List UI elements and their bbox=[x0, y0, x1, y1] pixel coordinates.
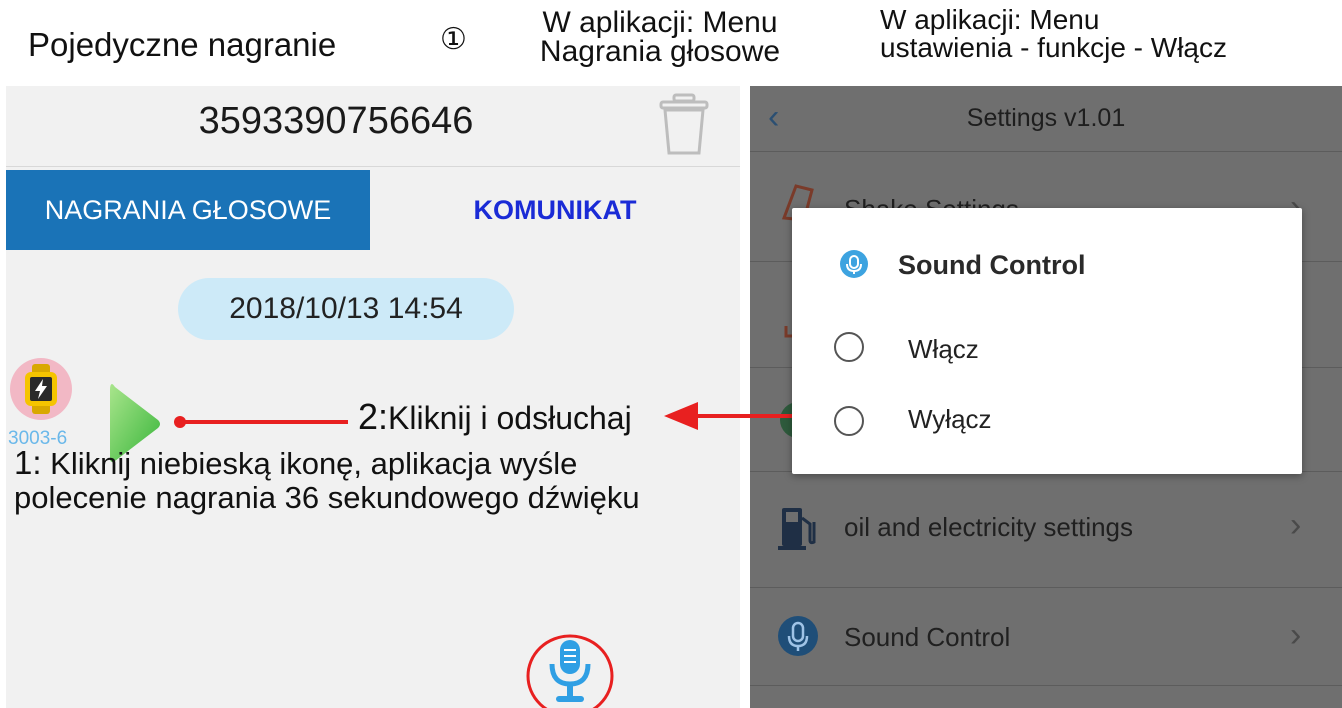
settings-item-label: Sound Control bbox=[844, 622, 1011, 652]
annotation-instruction: 1: Kliknij niebieską ikonę, aplikacja wy… bbox=[14, 446, 814, 515]
annotation-circle-marker: ① bbox=[440, 23, 467, 56]
watch-avatar-icon bbox=[10, 358, 72, 420]
annotation-menu-settings-line1: W aplikacji: Menu bbox=[880, 4, 1100, 35]
tab-voice-recordings[interactable]: NAGRANIA GŁOSOWE bbox=[6, 170, 370, 250]
voice-recordings-screen: 3593390756646 NAGRANIA GŁOSOWE KOMUNIKAT… bbox=[6, 86, 740, 708]
device-phone-number: 3593390756646 bbox=[198, 100, 474, 142]
annotation-instruction-line1: 1: Kliknij niebieską ikonę, aplikacja wy… bbox=[14, 446, 814, 481]
settings-item-sound-control[interactable]: Sound Control › bbox=[750, 588, 1342, 686]
settings-title: Settings v1.01 bbox=[966, 104, 1126, 132]
annotation-menu-settings-line2: ustawienia - funkcje - Włącz bbox=[880, 32, 1228, 63]
settings-item-label: oil and electricity settings bbox=[844, 512, 1134, 542]
annotation-menu-voice: W aplikacji: Menu Nagrania głosowe bbox=[500, 6, 820, 68]
sound-control-icon bbox=[840, 250, 868, 278]
radio-on[interactable] bbox=[834, 332, 864, 362]
settings-header: ‹ Settings v1.01 bbox=[750, 86, 1342, 152]
header-divider bbox=[6, 166, 740, 167]
tab-message[interactable]: KOMUNIKAT bbox=[370, 170, 740, 250]
sound-control-dialog: Sound Control Włącz Wyłącz bbox=[792, 208, 1302, 474]
sound-control-icon bbox=[776, 614, 820, 658]
dialog-option-on[interactable]: Włącz bbox=[832, 328, 1262, 372]
dialog-title: Sound Control bbox=[898, 250, 1086, 280]
annotation-pointer-line bbox=[180, 420, 348, 424]
dialog-option-label: Włącz bbox=[908, 334, 979, 364]
annotation-instruction-number: 1: bbox=[14, 444, 42, 481]
annotation-click-listen: 2:Kliknij i odsłuchaj bbox=[358, 396, 632, 438]
annotation-menu-voice-line2: Nagrania głosowe bbox=[539, 35, 781, 68]
microphone-icon[interactable] bbox=[524, 632, 616, 708]
annotation-click-listen-number: 2: bbox=[358, 396, 389, 437]
annotation-menu-voice-line1: W aplikacji: Menu bbox=[542, 6, 778, 39]
annotation-title: Pojedyczne nagranie bbox=[28, 26, 337, 63]
annotation-instruction-line2: polecenie nagrania 36 sekundowego dźwięk… bbox=[14, 480, 640, 515]
trash-icon[interactable] bbox=[656, 92, 712, 158]
annotation-instruction-text1: Kliknij niebieską ikonę, aplikacja wyśle bbox=[41, 446, 578, 481]
dialog-option-off[interactable]: Wyłącz bbox=[832, 402, 1262, 446]
annotation-menu-settings: W aplikacji: Menu ustawienia - funkcje -… bbox=[880, 6, 1340, 62]
chevron-right-icon: › bbox=[1290, 616, 1302, 654]
chevron-right-icon: › bbox=[1290, 506, 1302, 544]
settings-item-oil-electricity[interactable]: oil and electricity settings › bbox=[750, 472, 1342, 588]
dialog-option-label: Wyłącz bbox=[908, 404, 992, 434]
annotation-arrow bbox=[664, 402, 796, 430]
annotation-click-listen-text: Kliknij i odsłuchaj bbox=[388, 400, 632, 436]
radio-off[interactable] bbox=[834, 406, 864, 436]
message-date-bubble: 2018/10/13 14:54 bbox=[178, 278, 514, 340]
